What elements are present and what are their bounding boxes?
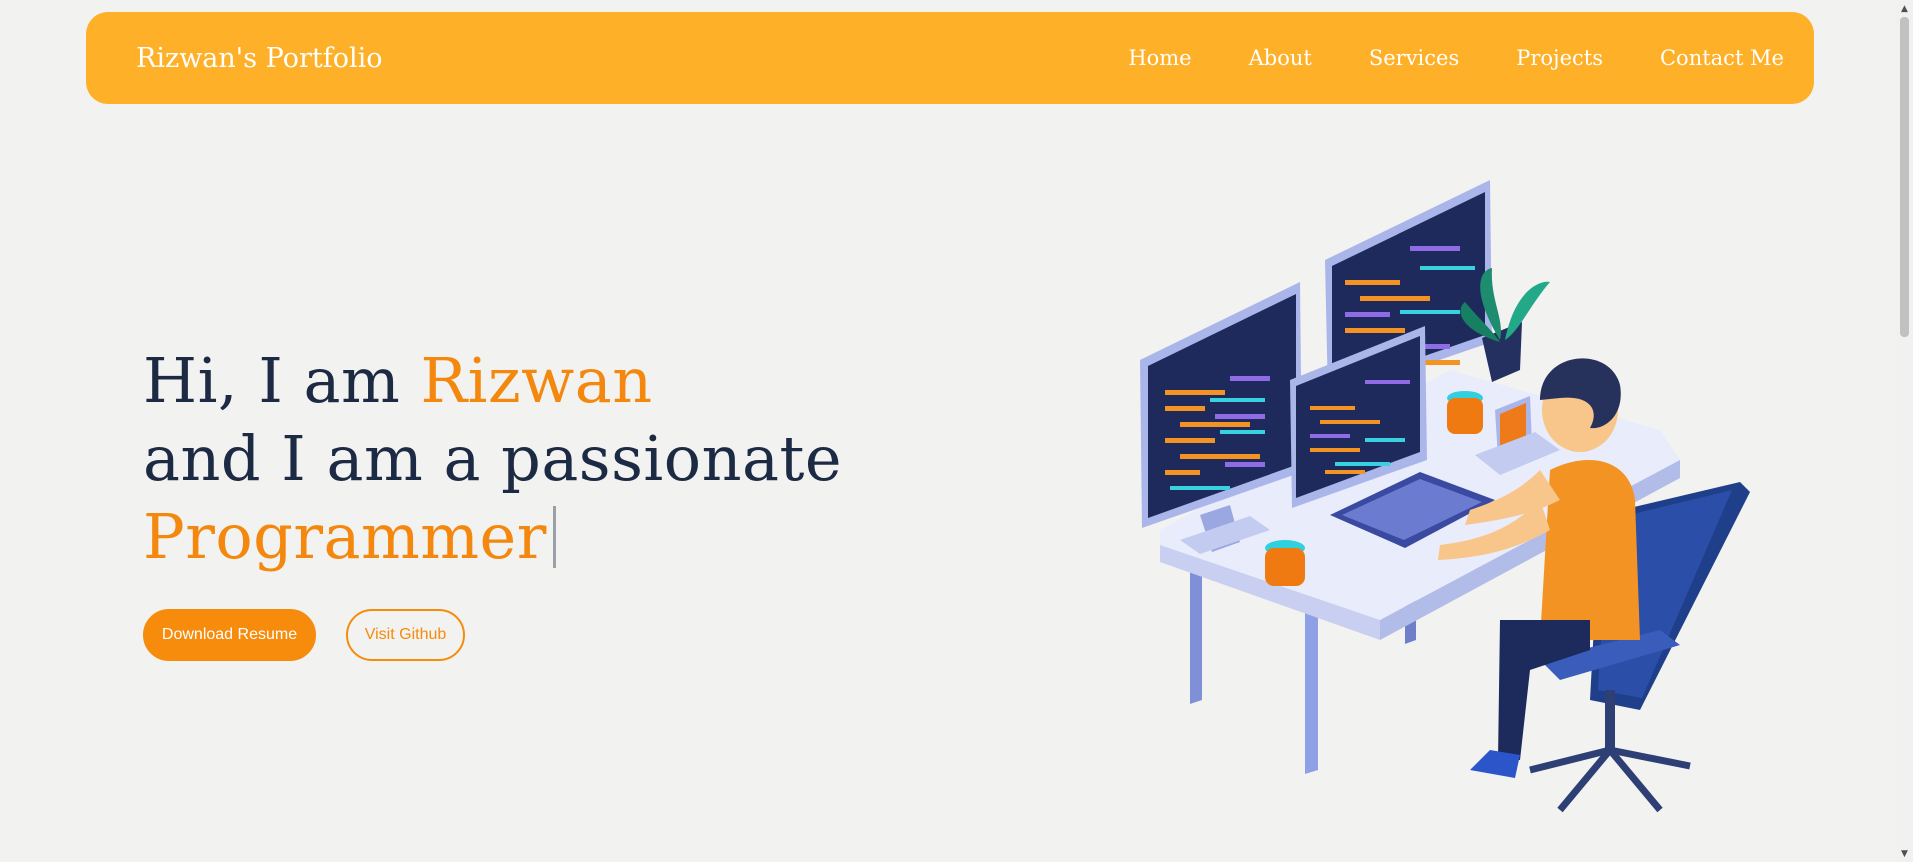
developer-at-desk-illustration [1140, 180, 1750, 813]
download-resume-button[interactable]: Download Resume [143, 609, 316, 661]
scroll-up-arrow-icon[interactable]: ▲ [1896, 0, 1913, 17]
hero-role: Programmer [143, 500, 547, 573]
coffee-mug-back [1447, 391, 1483, 434]
visit-github-button[interactable]: Visit Github [346, 609, 465, 661]
page-scrollbar[interactable]: ▲ ▼ [1896, 0, 1913, 862]
hero-greeting-prefix: Hi, I am [143, 344, 421, 417]
coffee-mug-front [1265, 540, 1305, 586]
nav-links: Home About Services Projects Contact Me [1128, 46, 1784, 70]
scroll-thumb[interactable] [1900, 17, 1909, 337]
hero-tagline: and I am a passionate [143, 422, 843, 495]
hero-text: Hi, I am Rizwan and I am a passionate Pr… [143, 342, 1043, 576]
typing-caret [552, 506, 556, 568]
nav-link-services[interactable]: Services [1369, 46, 1459, 70]
nav-link-contact[interactable]: Contact Me [1660, 46, 1784, 70]
hero-name: Rizwan [420, 344, 653, 417]
nav-link-about[interactable]: About [1249, 46, 1312, 70]
nav-link-home[interactable]: Home [1128, 46, 1191, 70]
hero-buttons: Download Resume Visit Github [143, 609, 465, 661]
scroll-down-arrow-icon[interactable]: ▼ [1896, 845, 1913, 862]
page: Rizwan's Portfolio Home About Services P… [0, 0, 1913, 862]
hero-role-line: Programmer [143, 498, 1043, 576]
hero-greeting: Hi, I am Rizwan [143, 342, 1043, 420]
nav-link-projects[interactable]: Projects [1516, 46, 1603, 70]
navbar: Rizwan's Portfolio Home About Services P… [86, 12, 1814, 104]
brand-logo-link[interactable]: Rizwan's Portfolio [136, 43, 383, 74]
